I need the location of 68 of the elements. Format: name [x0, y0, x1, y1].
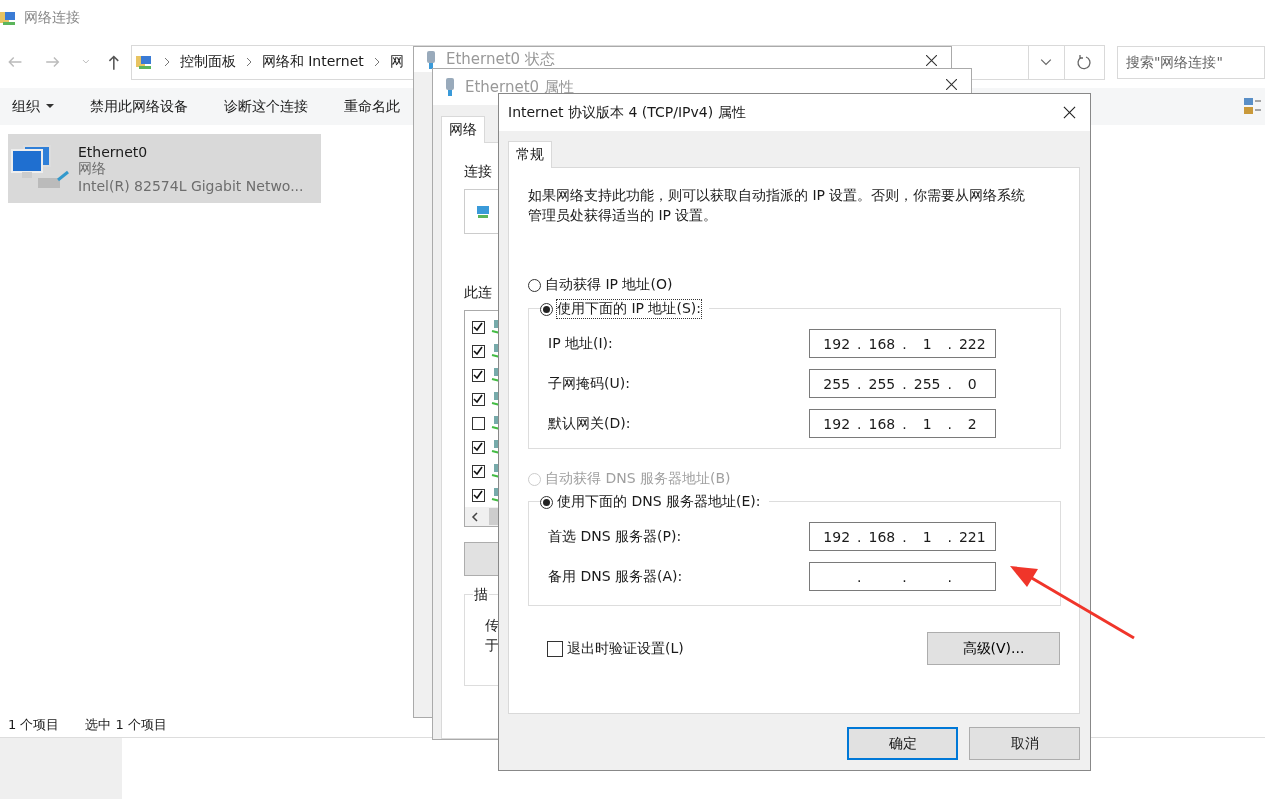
ip-address-field[interactable]: 192 . 168 . 1 . 2: [809, 409, 996, 438]
toolbar-button[interactable]: 组织: [12, 97, 54, 116]
field-label: 备用 DNS 服务器(A):: [548, 567, 684, 586]
network-folder-icon: [135, 53, 154, 71]
radio-option[interactable]: 使用下面的 IP 地址(S):: [540, 299, 709, 319]
connection-network: 网络: [78, 159, 107, 178]
dialog-button[interactable]: 取消: [969, 727, 1080, 760]
window-title: Internet 协议版本 4 (TCP/IPv4) 属性: [508, 103, 746, 122]
ip-address-field[interactable]: 192 . 168 . 1 . 222: [809, 329, 996, 358]
checkbox[interactable]: [472, 368, 485, 382]
toolbar-button[interactable]: 诊断这个连接: [224, 97, 308, 116]
chevron-right-icon: [372, 57, 381, 67]
ip-address-field[interactable]: 255 . 255 . 255 . 0: [809, 369, 996, 398]
ip-address-field[interactable]: 192 . 168 . 1 . 221: [809, 522, 996, 551]
refresh-button[interactable]: [1064, 44, 1105, 80]
refresh-icon: [1076, 54, 1093, 70]
network-adapter-icon: [475, 203, 491, 220]
status-text: 选中 1 个项目: [85, 715, 167, 734]
dialog-button[interactable]: 确定: [847, 727, 958, 760]
scroll-left-icon[interactable]: [471, 511, 479, 522]
breadcrumb-item[interactable]: 控制面板: [179, 53, 236, 71]
checkbox[interactable]: [472, 416, 485, 430]
close-icon[interactable]: [946, 79, 957, 90]
ip-address-field[interactable]: . . .: [809, 562, 996, 591]
checkbox[interactable]: [472, 464, 485, 478]
checkbox[interactable]: [472, 440, 485, 454]
description-text: 传: [485, 616, 500, 635]
search-field[interactable]: 搜索"网络连接": [1117, 45, 1265, 79]
breadcrumb-item[interactable]: 网: [389, 53, 404, 71]
radio-option[interactable]: 使用下面的 DNS 服务器地址(E):: [540, 492, 769, 512]
field-label: 首选 DNS 服务器(P):: [548, 527, 683, 546]
field-label: 默认网关(D):: [548, 414, 632, 433]
network-connection-item[interactable]: Ethernet0 网络 Intel(R) 82574L Gigabit Netwo...: [8, 134, 321, 203]
radio-option[interactable]: 自动获得 IP 地址(O): [528, 275, 1061, 295]
advanced-button[interactable]: 高级(V)...: [927, 632, 1060, 665]
description-legend: 描: [473, 586, 489, 604]
chevron-down-icon: [1040, 56, 1053, 68]
checkbox[interactable]: [472, 344, 485, 358]
field-label: 子网掩码(U):: [548, 374, 631, 393]
checkbox[interactable]: [472, 488, 485, 502]
connection-adapter: Intel(R) 82574L Gigabit Netwo...: [78, 177, 304, 194]
ethernet-plug-icon: [445, 77, 455, 97]
components-label: 此连: [464, 284, 492, 302]
tab[interactable]: 网络: [441, 116, 485, 143]
validate-checkbox[interactable]: 退出时验证设置(L): [547, 639, 684, 658]
view-options-icon[interactable]: [1243, 96, 1263, 116]
checkbox[interactable]: [472, 392, 485, 406]
caret-icon: [46, 104, 54, 109]
connect-using-label: 连接: [464, 163, 492, 181]
breadcrumb-item[interactable]: 网络和 Internet: [261, 53, 364, 71]
description-text: 于: [485, 636, 500, 655]
field-label: IP 地址(I):: [548, 334, 614, 353]
close-icon[interactable]: [1063, 106, 1076, 119]
tab[interactable]: 常规: [508, 141, 552, 168]
intro-text: 如果网络支持此功能，则可以获取自动指派的 IP 设置。否则，你需要从网络系统管理员处获得适当的 IP 设置。: [528, 186, 1027, 225]
window-title: Ethernet0 属性: [465, 77, 574, 97]
network-folder-icon: [0, 9, 18, 27]
window-title: Ethernet0 状态: [446, 50, 555, 69]
chevron-right-icon: [162, 57, 171, 67]
window-title: 网络连接: [24, 9, 80, 27]
status-text: 1 个项目: [8, 715, 60, 734]
toolbar-button[interactable]: 禁用此网络设备: [90, 97, 188, 116]
toolbar-button[interactable]: 重命名此: [344, 97, 400, 116]
checkbox[interactable]: [472, 320, 485, 334]
connection-name: Ethernet0: [78, 143, 149, 160]
chevron-right-icon: [244, 57, 253, 67]
ethernet-plug-icon: [426, 50, 436, 70]
close-icon[interactable]: [926, 55, 937, 66]
